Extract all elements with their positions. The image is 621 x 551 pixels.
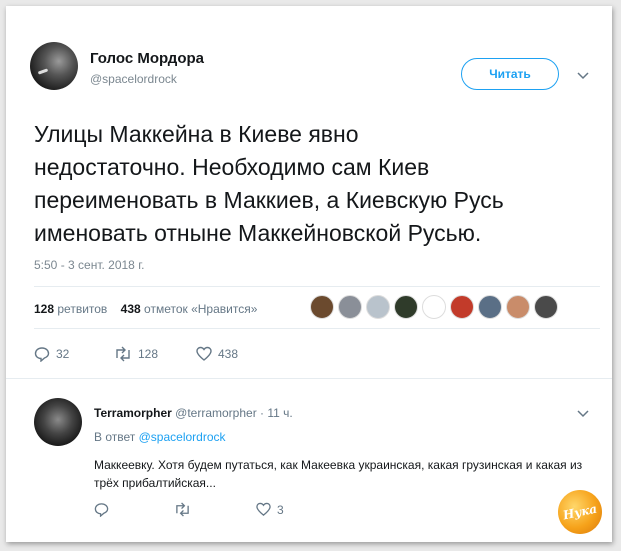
likes-count: 438 [120, 302, 141, 316]
retweet-action[interactable]: 128 [114, 346, 158, 362]
reply-text: Маккеевку. Хотя будем путаться, как Маке… [94, 458, 583, 490]
reply-header: Terramorpher @terramorpher · 11 ч. [94, 406, 293, 420]
retweet-icon [114, 346, 132, 362]
reply-retweet-action[interactable] [174, 502, 197, 517]
tweet-stats: 128 ретвитов 438 отметок «Нравится» [34, 302, 257, 316]
reply-author-name[interactable]: Terramorpher [94, 406, 172, 420]
avatar-liker-8[interactable] [506, 295, 530, 319]
tweet-timestamp[interactable]: 5:50 - 3 сент. 2018 г. [34, 258, 144, 272]
divider [6, 378, 612, 379]
divider [34, 328, 600, 329]
heart-icon [196, 346, 212, 362]
retweets-stat[interactable]: 128 ретвитов [34, 302, 107, 316]
retweets-count: 128 [34, 302, 55, 316]
reply-author-avatar[interactable] [34, 398, 82, 446]
follow-button[interactable]: Читать [461, 58, 559, 90]
reply-action[interactable]: 32 [34, 346, 69, 362]
avatar-liker-2[interactable] [338, 295, 362, 319]
retweet-count: 128 [138, 347, 159, 361]
likers-avatars [310, 295, 558, 319]
heart-icon [256, 502, 271, 517]
avatar-liker-5[interactable] [422, 295, 446, 319]
reply-icon [34, 346, 50, 362]
avatar-liker-6[interactable] [450, 295, 474, 319]
avatar-liker-3[interactable] [366, 295, 390, 319]
author-handle[interactable]: @spacelordrock [90, 72, 177, 86]
reply-like-action[interactable]: 3 [256, 502, 284, 517]
reply-author-handle[interactable]: @terramorpher [175, 406, 257, 420]
like-count: 438 [218, 347, 239, 361]
author-display-name[interactable]: Голос Мордора [90, 50, 204, 67]
likes-label: отметок «Нравится» [144, 302, 258, 316]
author-avatar[interactable] [30, 42, 78, 90]
retweet-icon [174, 502, 191, 517]
tweet-card: Голос Мордора @spacelordrock Читать Улиц… [6, 6, 612, 542]
reply-like-count: 3 [277, 502, 284, 517]
chevron-down-icon[interactable] [577, 410, 589, 418]
in-reply-prefix: В ответ [94, 430, 136, 444]
avatar-liker-9[interactable] [534, 295, 558, 319]
divider [34, 286, 600, 287]
like-action[interactable]: 438 [196, 346, 238, 362]
reply-time[interactable]: · 11 ч. [260, 406, 293, 420]
avatar-liker-7[interactable] [478, 295, 502, 319]
avatar-liker-4[interactable] [394, 295, 418, 319]
in-reply-to: В ответ @spacelordrock [94, 430, 226, 444]
reply-icon [94, 502, 109, 517]
likes-stat[interactable]: 438 отметок «Нравится» [121, 302, 258, 316]
in-reply-handle-link[interactable]: @spacelordrock [139, 430, 226, 444]
tweet-text: Улицы Маккейна в Киеве явно недостаточно… [34, 121, 504, 246]
retweets-label: ретвитов [57, 302, 108, 316]
chevron-down-icon[interactable] [577, 72, 589, 80]
reply-reply-action[interactable] [94, 502, 115, 517]
reply-count: 32 [56, 347, 70, 361]
avatar-liker-1[interactable] [310, 295, 334, 319]
